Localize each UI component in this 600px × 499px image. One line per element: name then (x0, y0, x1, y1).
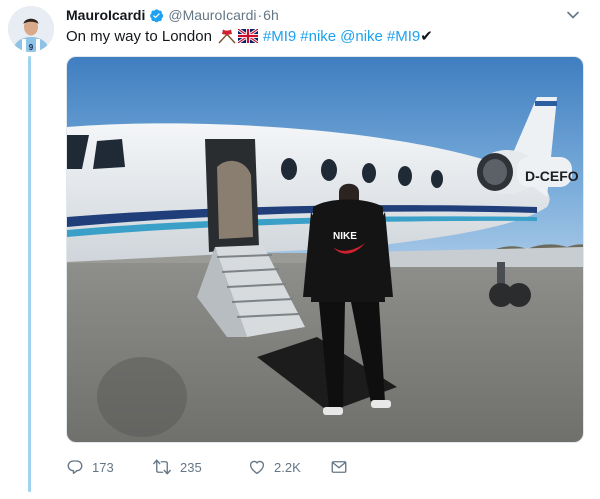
retweet-count: 235 (180, 459, 202, 475)
hashtag-link[interactable]: #nike (300, 28, 336, 45)
like-button[interactable]: 2.2K (248, 458, 330, 476)
verified-badge-icon (149, 8, 164, 23)
handle[interactable]: @MauroIcardi (168, 7, 256, 23)
jacket-logo-text: NIKE (333, 231, 357, 242)
aircraft-registration: D-CEFO (525, 168, 579, 184)
crossed-flags-icon (218, 29, 236, 44)
tweet-text: On my way to London #MI9 #nike @nike #MI… (66, 26, 433, 46)
svg-text:9: 9 (29, 43, 34, 52)
avatar-image: 9 (8, 6, 54, 52)
like-count: 2.2K (274, 459, 301, 475)
display-name[interactable]: MauroIcardi (66, 7, 145, 23)
avatar[interactable]: 9 (8, 6, 54, 52)
hashtag-link[interactable]: #MI9 (387, 28, 420, 45)
emoji-flags (217, 28, 258, 44)
reply-button[interactable]: 173 (66, 458, 152, 476)
retweet-icon (153, 459, 171, 475)
direct-message-button[interactable] (330, 458, 348, 476)
timestamp[interactable]: 6h (263, 7, 279, 23)
tweet-card: 9 MauroIcardi @MauroIcardi · 6h On my wa… (0, 0, 600, 499)
mention-link[interactable]: @nike (340, 28, 383, 45)
tweet-text-body: On my way to London (66, 27, 212, 45)
reply-count: 173 (92, 459, 114, 475)
chevron-down-icon[interactable] (566, 8, 580, 22)
tweet-media-photo[interactable]: D-CEFO NIKE (66, 56, 584, 443)
reply-icon (67, 460, 83, 475)
hashtag-link[interactable]: #MI9 (263, 28, 296, 45)
jet-photo-image: D-CEFO NIKE (67, 57, 583, 442)
uk-flag-icon (237, 29, 258, 43)
separator-dot: · (257, 7, 263, 23)
envelope-icon (331, 461, 347, 473)
tweet-header: MauroIcardi @MauroIcardi · 6h (66, 6, 279, 24)
tweet-actions-bar: 173 235 2.2K (66, 456, 348, 478)
thread-line (28, 56, 31, 492)
check-mark-glyph: ✔ (420, 28, 433, 45)
heart-icon (249, 460, 265, 475)
retweet-button[interactable]: 235 (152, 458, 248, 476)
